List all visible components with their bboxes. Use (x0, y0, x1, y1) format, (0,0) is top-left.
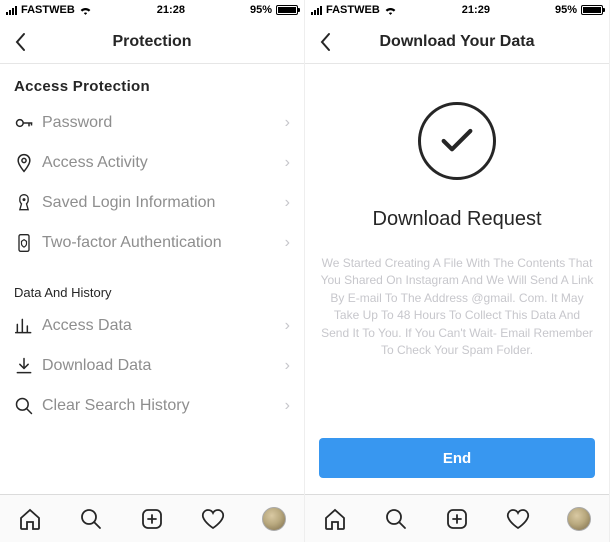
chevron-left-icon (319, 32, 331, 52)
battery-icon (581, 5, 603, 15)
item-two-factor[interactable]: Two-factor Authentication › (0, 223, 304, 263)
tab-bar (305, 494, 609, 542)
search-icon (14, 396, 42, 416)
confirmation-body: Download Request We Started Creating A F… (305, 64, 609, 438)
download-icon (14, 356, 42, 376)
chevron-left-icon (14, 32, 26, 52)
chevron-right-icon: › (285, 114, 290, 132)
item-clear-search-history[interactable]: Clear Search History › (0, 386, 304, 426)
checkmark-circle-icon (418, 102, 496, 180)
chevron-right-icon: › (285, 317, 290, 335)
plus-square-icon (445, 507, 469, 531)
item-label: Saved Login Information (42, 194, 285, 212)
battery-icon (276, 5, 298, 15)
heart-icon (201, 507, 225, 531)
tab-new-post[interactable] (437, 499, 477, 539)
status-bar: FASTWEB 21:28 95% (0, 0, 304, 20)
signal-icon (311, 6, 322, 15)
confirmation-heading: Download Request (373, 208, 542, 231)
chevron-right-icon: › (285, 357, 290, 375)
status-right: 95% (555, 4, 603, 16)
tab-home[interactable] (10, 499, 50, 539)
checkmark-icon (437, 121, 477, 161)
keyhole-icon (14, 193, 42, 213)
screen-protection: FASTWEB 21:28 95% Protection Access Prot… (0, 0, 305, 542)
tab-search[interactable] (71, 499, 111, 539)
section-header-history: Data And History (0, 263, 304, 306)
button-wrapper: End (305, 438, 609, 494)
item-access-activity[interactable]: Access Activity › (0, 143, 304, 183)
time-label: 21:29 (462, 4, 490, 16)
tab-activity[interactable] (193, 499, 233, 539)
item-password[interactable]: Password › (0, 103, 304, 143)
item-label: Two-factor Authentication (42, 234, 285, 252)
carrier-label: FASTWEB (326, 4, 380, 16)
section-header-access: Access Protection (0, 64, 304, 103)
item-download-data[interactable]: Download Data › (0, 346, 304, 386)
end-button[interactable]: End (319, 438, 595, 478)
item-saved-login[interactable]: Saved Login Information › (0, 183, 304, 223)
signal-icon (6, 6, 17, 15)
tab-profile[interactable] (254, 499, 294, 539)
battery-percent: 95% (555, 4, 577, 16)
page-title: Protection (0, 33, 304, 51)
confirmation-text: We Started Creating A File With The Cont… (319, 255, 595, 359)
page-title: Download Your Data (305, 33, 609, 51)
status-left: FASTWEB (311, 4, 397, 16)
plus-square-icon (140, 507, 164, 531)
tab-bar (0, 494, 304, 542)
chevron-right-icon: › (285, 154, 290, 172)
avatar-icon (567, 507, 591, 531)
chevron-right-icon: › (285, 397, 290, 415)
back-button[interactable] (305, 20, 345, 64)
avatar-icon (262, 507, 286, 531)
key-icon (14, 113, 42, 133)
home-icon (323, 507, 347, 531)
carrier-label: FASTWEB (21, 4, 75, 16)
search-icon (384, 507, 408, 531)
item-label: Password (42, 114, 285, 132)
wifi-icon (79, 5, 92, 15)
item-label: Access Data (42, 317, 285, 335)
shield-phone-icon (14, 233, 42, 253)
home-icon (18, 507, 42, 531)
chevron-right-icon: › (285, 194, 290, 212)
search-icon (79, 507, 103, 531)
item-label: Access Activity (42, 154, 285, 172)
chevron-right-icon: › (285, 234, 290, 252)
tab-profile[interactable] (559, 499, 599, 539)
tab-new-post[interactable] (132, 499, 172, 539)
back-button[interactable] (0, 20, 40, 64)
item-label: Download Data (42, 357, 285, 375)
tab-search[interactable] (376, 499, 416, 539)
status-left: FASTWEB (6, 4, 92, 16)
screen-download-your-data: FASTWEB 21:29 95% Download Your Data Dow… (305, 0, 610, 542)
time-label: 21:28 (157, 4, 185, 16)
tab-activity[interactable] (498, 499, 538, 539)
status-right: 95% (250, 4, 298, 16)
nav-header: Protection (0, 20, 304, 64)
status-bar: FASTWEB 21:29 95% (305, 0, 609, 20)
content: Access Protection Password › Access Acti… (0, 64, 304, 494)
item-label: Clear Search History (42, 397, 285, 415)
item-access-data[interactable]: Access Data › (0, 306, 304, 346)
tab-home[interactable] (315, 499, 355, 539)
location-pin-icon (14, 153, 42, 173)
battery-percent: 95% (250, 4, 272, 16)
chart-icon (14, 316, 42, 336)
heart-icon (506, 507, 530, 531)
nav-header: Download Your Data (305, 20, 609, 64)
wifi-icon (384, 5, 397, 15)
